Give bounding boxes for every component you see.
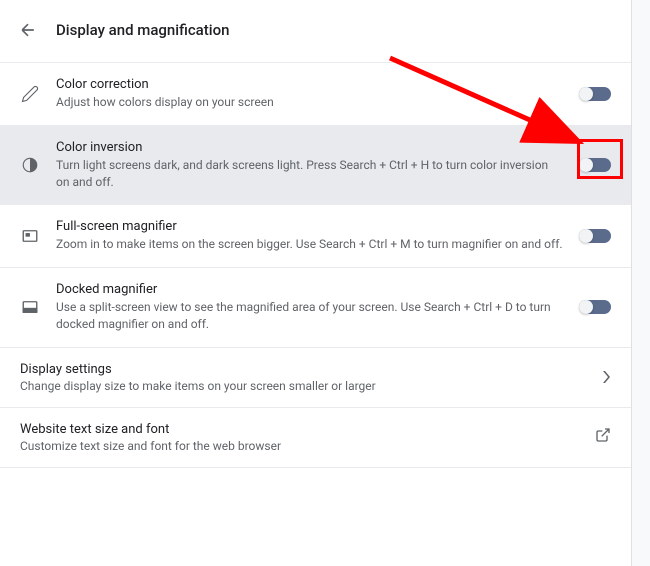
chevron-right-icon <box>603 368 611 387</box>
setting-title: Full-screen magnifier <box>56 219 563 234</box>
link-website-text[interactable]: Website text size and font Customize tex… <box>0 408 631 467</box>
toggle-docked-magnifier[interactable] <box>579 300 611 314</box>
setting-desc: Adjust how colors display on your screen <box>56 94 563 111</box>
docked-icon <box>20 297 40 317</box>
link-title: Website text size and font <box>20 422 579 437</box>
setting-title: Color inversion <box>56 140 563 155</box>
divider <box>0 467 631 468</box>
pencil-icon <box>20 84 40 104</box>
fullscreen-icon <box>20 226 40 246</box>
link-desc: Change display size to make items on you… <box>20 379 587 393</box>
external-link-icon <box>595 427 611 447</box>
toggle-fullscreen-magnifier[interactable] <box>579 229 611 243</box>
setting-text: Color inversion Turn light screens dark,… <box>56 140 563 191</box>
settings-panel: Display and magnification Color correcti… <box>0 0 631 566</box>
setting-color-correction[interactable]: Color correction Adjust how colors displ… <box>0 63 631 125</box>
setting-desc: Use a split-screen view to see the magni… <box>56 299 563 333</box>
setting-color-inversion[interactable]: Color inversion Turn light screens dark,… <box>0 126 631 205</box>
contrast-icon <box>20 155 40 175</box>
toggle-color-inversion[interactable] <box>579 158 611 172</box>
setting-title: Docked magnifier <box>56 282 563 297</box>
setting-docked-magnifier[interactable]: Docked magnifier Use a split-screen view… <box>0 268 631 347</box>
scrollbar-track <box>631 0 650 566</box>
back-button[interactable] <box>16 18 40 42</box>
link-title: Display settings <box>20 362 587 377</box>
setting-desc: Zoom in to make items on the screen bigg… <box>56 236 563 253</box>
page-title: Display and magnification <box>56 21 229 39</box>
link-display-settings[interactable]: Display settings Change display size to … <box>0 348 631 407</box>
setting-text: Full-screen magnifier Zoom in to make it… <box>56 219 563 253</box>
link-text: Display settings Change display size to … <box>20 362 587 393</box>
setting-fullscreen-magnifier[interactable]: Full-screen magnifier Zoom in to make it… <box>0 205 631 267</box>
setting-title: Color correction <box>56 77 563 92</box>
setting-text: Color correction Adjust how colors displ… <box>56 77 563 111</box>
setting-text: Docked magnifier Use a split-screen view… <box>56 282 563 333</box>
link-text: Website text size and font Customize tex… <box>20 422 579 453</box>
header: Display and magnification <box>0 0 631 62</box>
arrow-left-icon <box>18 20 38 40</box>
setting-desc: Turn light screens dark, and dark screen… <box>56 157 563 191</box>
toggle-color-correction[interactable] <box>579 87 611 101</box>
link-desc: Customize text size and font for the web… <box>20 439 579 453</box>
